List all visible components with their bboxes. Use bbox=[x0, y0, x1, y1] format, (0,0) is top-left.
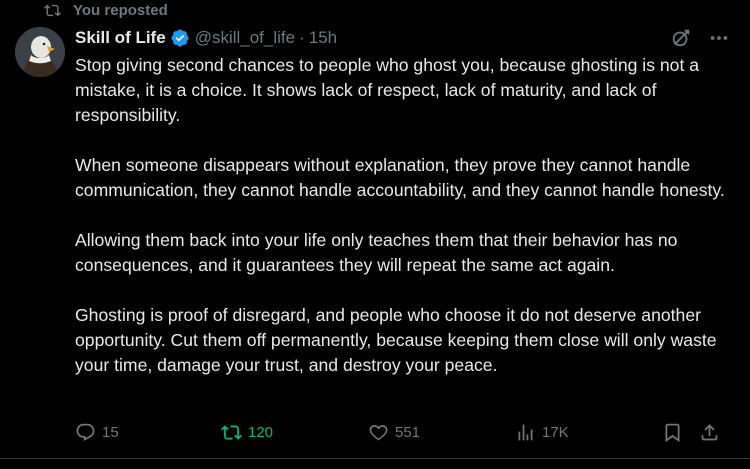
separator-dot: · bbox=[299, 28, 305, 47]
repost-button[interactable]: 120 bbox=[221, 419, 273, 445]
like-button[interactable]: 551 bbox=[368, 419, 420, 445]
eagle-avatar-image bbox=[15, 27, 65, 77]
repost-count: 120 bbox=[248, 423, 274, 441]
post-paragraph: Stop giving second chances to people who… bbox=[75, 55, 700, 125]
author-handle[interactable]: @skill_of_life bbox=[195, 28, 295, 48]
grok-icon[interactable] bbox=[670, 27, 692, 49]
post-card[interactable]: You reposted Skill of Life @skill_of_lif… bbox=[0, 0, 750, 469]
action-bar: 15 120 551 17K bbox=[75, 419, 725, 445]
repost-banner: You reposted bbox=[44, 0, 168, 20]
views-button[interactable]: 17K bbox=[515, 419, 569, 445]
avatar[interactable] bbox=[15, 27, 65, 77]
post-header: Skill of Life @skill_of_life · 15h bbox=[75, 25, 730, 51]
post-timestamp[interactable]: 15h bbox=[309, 28, 337, 48]
header-actions bbox=[670, 25, 730, 51]
reply-count: 15 bbox=[102, 423, 119, 441]
heart-icon bbox=[369, 424, 388, 440]
post-text: Stop giving second chances to people who… bbox=[75, 53, 735, 378]
more-options-icon[interactable] bbox=[708, 27, 730, 49]
view-count: 17K bbox=[542, 423, 569, 441]
bookmark-icon bbox=[665, 423, 680, 442]
bookmark-button[interactable] bbox=[662, 419, 683, 445]
reply-button[interactable]: 15 bbox=[75, 419, 119, 445]
verified-badge-icon bbox=[171, 29, 189, 47]
share-icon bbox=[701, 423, 718, 440]
post-paragraph: When someone disappears without explanat… bbox=[75, 155, 725, 200]
like-count: 551 bbox=[395, 423, 421, 441]
repost-banner-text: You reposted bbox=[73, 1, 168, 19]
reply-icon bbox=[76, 423, 95, 441]
repost-action-icon bbox=[221, 424, 242, 440]
share-button[interactable] bbox=[699, 419, 720, 445]
post-divider bbox=[0, 458, 750, 459]
repost-icon bbox=[44, 4, 61, 16]
author-name[interactable]: Skill of Life bbox=[75, 28, 166, 48]
post-paragraph: Ghosting is proof of disregard, and peop… bbox=[75, 305, 717, 375]
post-paragraph: Allowing them back into your life only t… bbox=[75, 230, 678, 275]
analytics-icon bbox=[518, 424, 533, 440]
